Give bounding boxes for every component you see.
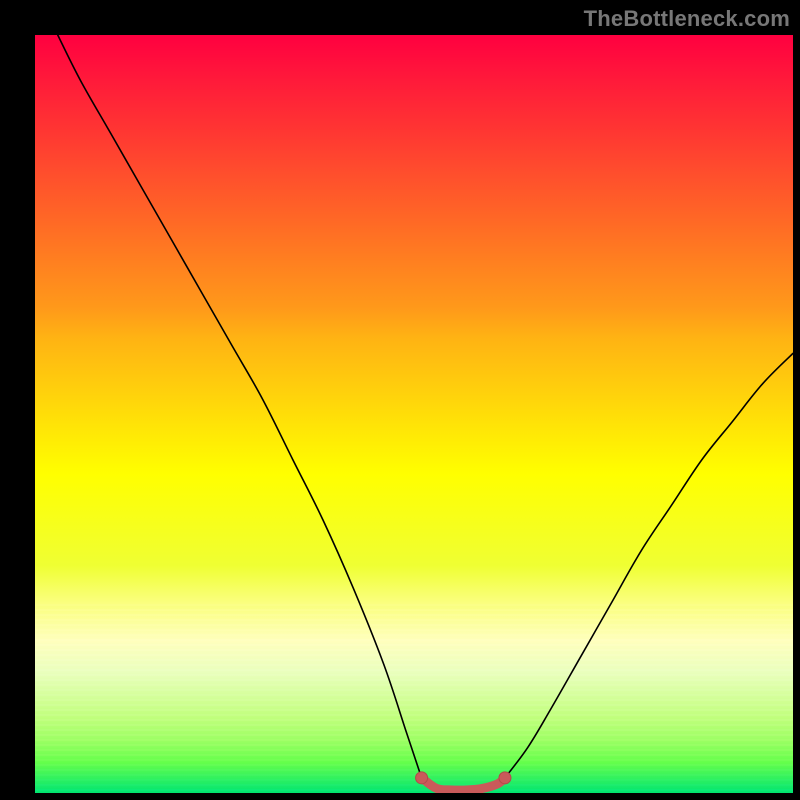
valley-endpoint-right [499,772,511,784]
valley-endpoint-left [416,772,428,784]
valley-marker-line [422,778,505,790]
right-branch-line [505,353,793,777]
plot-area [35,35,793,793]
chart-frame: TheBottleneck.com [0,0,800,800]
curve-layer [35,35,793,793]
watermark-text: TheBottleneck.com [584,6,790,32]
left-branch-line [58,35,422,778]
